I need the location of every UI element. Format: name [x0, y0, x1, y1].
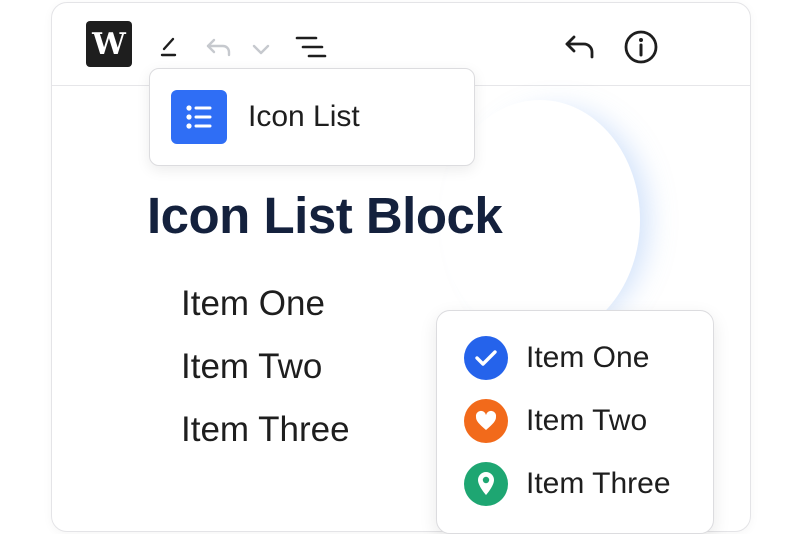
list-icon: [171, 90, 227, 144]
icon-list-item[interactable]: Item One: [464, 334, 649, 382]
icon-list-item[interactable]: Item Three: [464, 460, 671, 508]
undo-arrow-icon[interactable]: [563, 31, 597, 61]
check-icon: [464, 336, 508, 380]
map-pin-icon: [464, 462, 508, 506]
heart-icon: [464, 399, 508, 443]
plain-list[interactable]: Item One Item Two Item Three: [181, 272, 350, 461]
icon-list-item-label: Item Three: [526, 467, 671, 500]
wordpress-logo[interactable]: W: [86, 21, 132, 67]
chevron-down-icon[interactable]: [250, 39, 272, 59]
edit-pencil-icon[interactable]: [156, 33, 182, 59]
icon-list-preview-card: Item One Item Two Item Three: [436, 310, 714, 534]
list-view-icon[interactable]: [294, 33, 328, 61]
block-inserter-popup[interactable]: Icon List: [149, 68, 475, 166]
icon-list-item-label: Item Two: [526, 404, 648, 437]
list-item[interactable]: Item Three: [181, 398, 350, 461]
page-heading[interactable]: Icon List Block: [147, 186, 503, 245]
undo-icon[interactable]: [205, 35, 233, 59]
list-item[interactable]: Item One: [181, 272, 350, 335]
info-icon[interactable]: [623, 29, 659, 65]
icon-list-item[interactable]: Item Two: [464, 397, 647, 445]
list-item[interactable]: Item Two: [181, 335, 350, 398]
block-name-label: Icon List: [248, 100, 360, 133]
icon-list-item-label: Item One: [526, 341, 650, 374]
